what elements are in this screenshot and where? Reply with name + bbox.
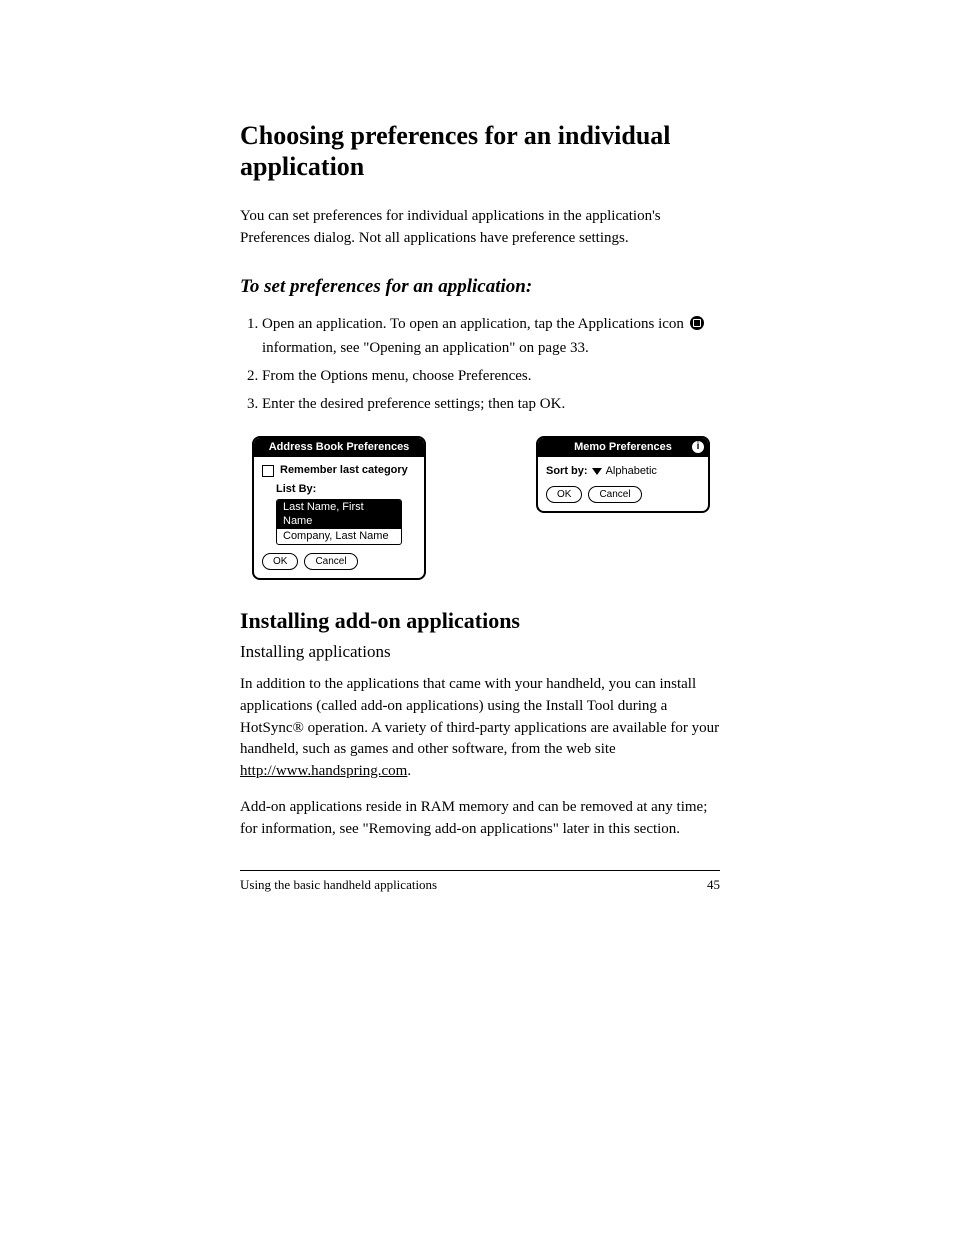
page-number: 45 [707,877,720,893]
dialog-illustrations: Address Book Preferences Remember last c… [252,436,720,580]
list-by-option-company[interactable]: Company, Last Name [277,529,401,544]
dialog-title: Address Book Preferences [254,438,424,457]
step-1-prefix: Open an application. To open an applicat… [262,316,688,332]
dropdown-arrow-icon [592,468,602,475]
info-icon[interactable]: i [692,441,704,453]
section-subheading: Installing applications [240,642,720,662]
sort-by-value: Alphabetic [606,465,657,478]
cancel-button[interactable]: Cancel [304,553,357,570]
applications-icon [690,316,704,330]
address-book-preferences-dialog: Address Book Preferences Remember last c… [252,436,426,580]
section-installing-addons: Installing add-on applications Installin… [240,608,720,840]
step-2: From the Options menu, choose Preference… [262,364,720,388]
website-link[interactable]: http://www.handspring.com [240,763,407,779]
sort-by-label: Sort by: [546,465,588,478]
memo-preferences-dialog: Memo Preferences i Sort by: Alphabetic O… [536,436,710,513]
list-by-option-lastname[interactable]: Last Name, First Name [277,500,401,528]
addon-paragraph-1: In addition to the applications that cam… [240,674,720,783]
footer-title: Using the basic handheld applications [240,877,437,893]
remember-last-category-label: Remember last category [280,464,408,477]
footer-rule [240,870,720,871]
step-1: Open an application. To open an applicat… [262,312,720,360]
sort-by-dropdown[interactable]: Alphabetic [592,465,657,478]
page-content: Choosing preferences for an individual a… [240,120,720,893]
addon-paragraph-2: Add-on applications reside in RAM memory… [240,797,720,841]
section-heading: Installing add-on applications [240,608,720,634]
step-3: Enter the desired preference settings; t… [262,392,720,416]
procedure-heading: To set preferences for an application: [240,276,720,298]
list-by-selector[interactable]: Last Name, First Name Company, Last Name [276,499,402,545]
ok-button[interactable]: OK [546,486,582,503]
procedure-steps: Open an application. To open an applicat… [240,312,720,416]
step-1-suffix: information, see "Opening an application… [262,340,589,356]
list-by-label: List By: [276,483,416,496]
section-heading: Choosing preferences for an individual a… [240,120,720,182]
ok-button[interactable]: OK [262,553,298,570]
page-footer: Using the basic handheld applications 45 [240,877,720,893]
cancel-button[interactable]: Cancel [588,486,641,503]
remember-last-category-checkbox[interactable] [262,465,274,477]
dialog-title: Memo Preferences i [538,438,708,457]
intro-paragraph: You can set preferences for individual a… [240,206,720,250]
